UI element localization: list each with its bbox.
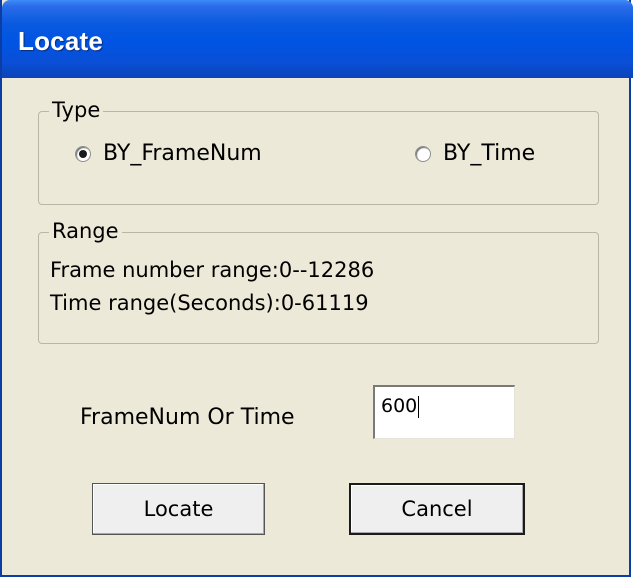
type-groupbox: Type BY_FrameNum BY_Time: [38, 95, 599, 205]
locate-button[interactable]: Locate: [92, 483, 265, 535]
framenum-or-time-value: 600: [381, 395, 418, 417]
frame-number-range-text: Frame number range:0--12286: [50, 258, 375, 282]
radio-by-framenum[interactable]: BY_FrameNum: [75, 141, 262, 166]
framenum-or-time-label: FrameNum Or Time: [80, 405, 295, 430]
type-group-legend: Type: [49, 95, 104, 125]
cancel-button[interactable]: Cancel: [349, 483, 525, 535]
range-group-legend: Range: [49, 216, 122, 246]
radio-button-checked-icon[interactable]: [75, 145, 91, 162]
text-caret: [418, 395, 420, 418]
radio-button-unchecked-icon[interactable]: [415, 145, 431, 162]
radio-by-time-label: BY_Time: [443, 141, 536, 166]
framenum-or-time-input[interactable]: 600: [373, 385, 515, 439]
window-title: Locate: [18, 26, 104, 56]
title-bar[interactable]: Locate: [2, 0, 633, 78]
radio-by-time[interactable]: BY_Time: [415, 141, 535, 166]
range-groupbox: Range: [38, 216, 599, 344]
time-range-text: Time range(Seconds):0-61119: [50, 291, 369, 315]
locate-dialog: Locate Type BY_FrameNum BY_Time Range Fr…: [0, 0, 633, 577]
radio-by-framenum-label: BY_FrameNum: [103, 141, 262, 166]
